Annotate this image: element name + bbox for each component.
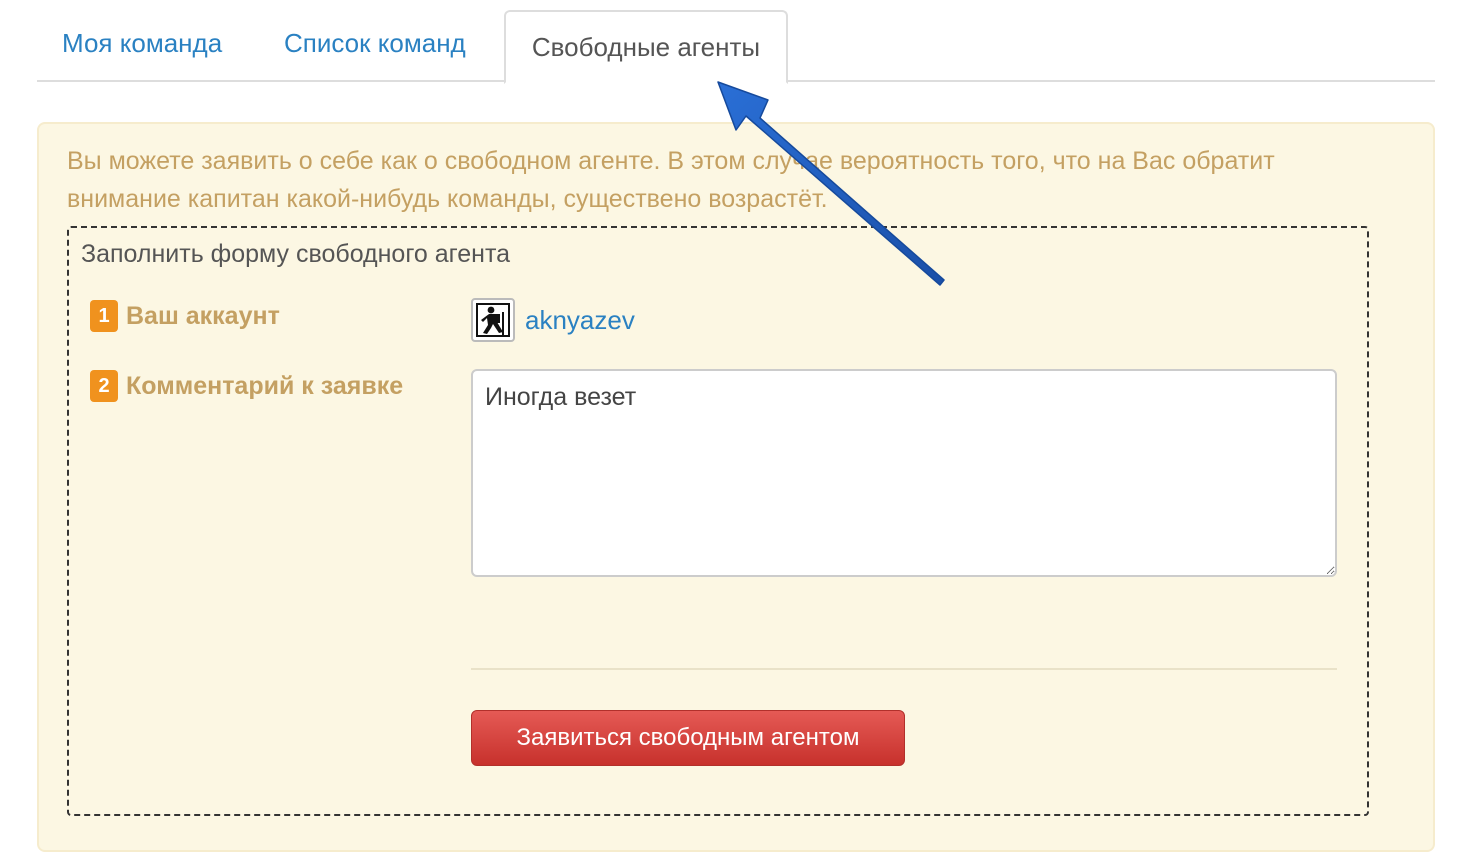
account-info: aknyazev <box>471 298 635 342</box>
form-divider <box>471 668 1337 670</box>
tab-team-list[interactable]: Список команд <box>284 28 466 59</box>
comment-textarea[interactable]: Иногда везет <box>471 369 1337 577</box>
submit-free-agent-button[interactable]: Заявиться свободным агентом <box>471 710 905 766</box>
comment-label: 2 Комментарий к заявке <box>90 370 403 402</box>
step-badge-1: 1 <box>90 300 118 332</box>
step-badge-2: 2 <box>90 370 118 402</box>
free-agent-panel: Вы можете заявить о себе как о свободном… <box>37 122 1435 852</box>
avatar[interactable] <box>471 298 515 342</box>
page: Моя команда Список команд Свободные аген… <box>0 0 1460 864</box>
account-username-link[interactable]: aknyazev <box>525 305 635 336</box>
tab-free-agents[interactable]: Свободные агенты <box>504 10 788 84</box>
hiker-icon <box>475 302 511 338</box>
notice-text: Вы можете заявить о себе как о свободном… <box>67 147 1275 213</box>
account-label: 1 Ваш аккаунт <box>90 300 280 332</box>
free-agent-form: Заполнить форму свободного агента 1 Ваш … <box>67 226 1369 816</box>
account-label-text: Ваш аккаунт <box>126 301 280 330</box>
tab-my-team[interactable]: Моя команда <box>62 28 222 59</box>
tab-bar: Моя команда Список команд Свободные аген… <box>37 0 1435 84</box>
comment-label-text: Комментарий к заявке <box>126 371 404 400</box>
form-legend: Заполнить форму свободного агента <box>81 240 511 268</box>
